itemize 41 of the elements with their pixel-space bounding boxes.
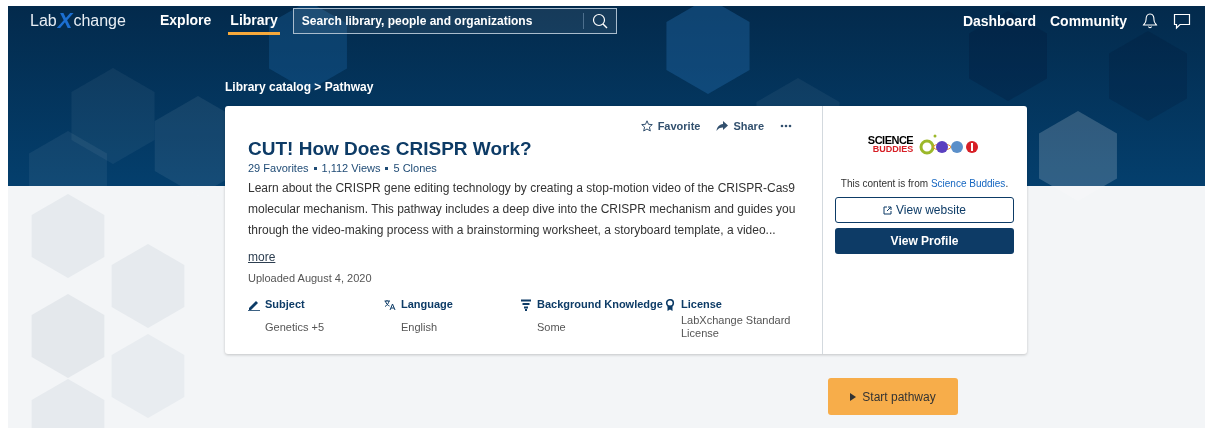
nav-link[interactable]: Dashboard (962, 13, 1036, 29)
search-field[interactable]: Search library, people and organizations (292, 8, 617, 34)
stat-text: 29 Favorites (248, 162, 309, 174)
view-profile-button[interactable]: View Profile (835, 228, 1014, 254)
share-button[interactable]: Share (716, 120, 764, 132)
meta-label: Background Knowledge (537, 298, 664, 312)
meta-value: Genetics +5 (265, 320, 325, 335)
translate-icon (384, 299, 396, 311)
pathway-title: CUT! How Does CRISPR Work? (248, 138, 533, 160)
more-icon[interactable] (780, 124, 792, 128)
play-icon (850, 392, 857, 401)
breadcrumb[interactable]: Library catalog > Pathway (225, 80, 1205, 100)
nav-link[interactable]: Library (228, 7, 280, 35)
meta-label: License (681, 298, 723, 311)
stat-text: 5 Clones (393, 162, 437, 174)
pencil-icon (248, 299, 260, 311)
more-link[interactable]: more (248, 250, 276, 264)
site-logo[interactable]: LabXchange (30, 8, 150, 34)
meta-value: English (401, 320, 439, 335)
meta-value: Some (537, 320, 567, 335)
upload-date: Uploaded August 4, 2020 (248, 272, 373, 284)
favorite-button[interactable]: Favorite (640, 120, 701, 132)
view-website-button[interactable]: View website (835, 197, 1014, 223)
source-note: This content is from Science Buddies. (840, 178, 1009, 189)
start-pathway-button[interactable]: Start pathway (828, 378, 958, 415)
star-icon (640, 120, 653, 132)
ribbon-icon (664, 299, 676, 311)
meta-label: Subject (265, 298, 306, 312)
chat-icon[interactable] (1173, 12, 1191, 30)
stat-text: 1,112 Views (321, 162, 381, 174)
nav-link[interactable]: Community (1050, 13, 1127, 29)
external-link-icon (883, 205, 893, 215)
description: Learn about the CRISPR gene editing technology by creating a stop-motion video of the CRISPR-Cas9 molecular mechanism. This pathway includes a deep dive into the CRISPR mechanism and guides you through the video-making process with a brainstorming worksheet, a storyboard template, a video... (248, 180, 797, 239)
stacked-bars-icon (520, 299, 532, 311)
bell-icon[interactable] (1141, 12, 1159, 30)
search-input[interactable]: Search library, people and organizations (293, 14, 583, 28)
meta-label: Language (401, 298, 454, 312)
share-arrow-icon (716, 120, 729, 132)
partner-logo: SCIENCE BUDDIES (867, 134, 982, 156)
meta-value: LabXchange Standard License (681, 314, 791, 340)
nav-link[interactable]: Explore (158, 7, 214, 35)
